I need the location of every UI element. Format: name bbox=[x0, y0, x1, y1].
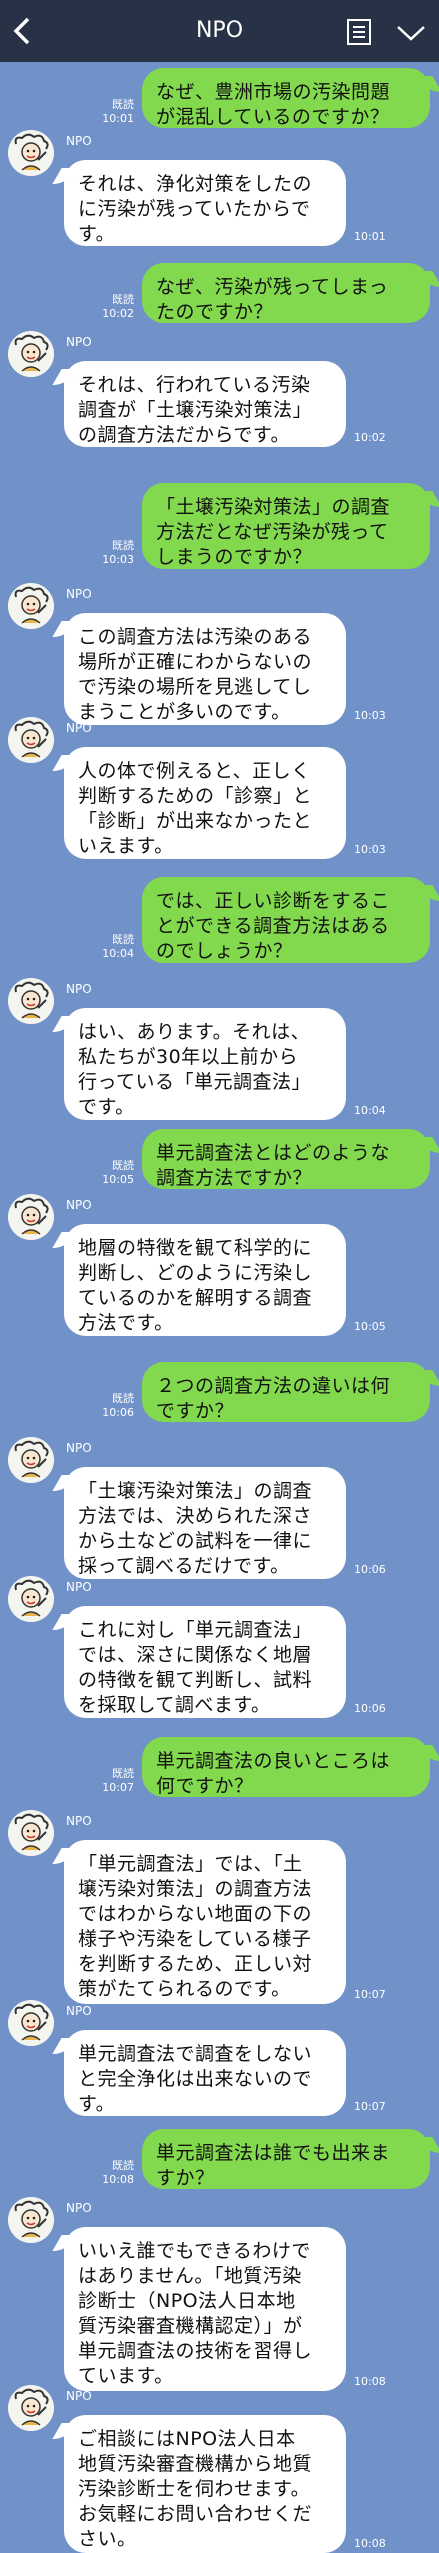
avatar[interactable] bbox=[8, 2385, 54, 2431]
message-bubble[interactable]: 人の体で例えると、正しく 判断するための「診察」と 「診断」が出来なかったと い… bbox=[64, 747, 346, 859]
npo-avatar-icon bbox=[8, 978, 54, 1024]
message-bubble[interactable]: 「土壌汚染対策法」の調査 方法だとなぜ汚染が残って しまうのですか？ bbox=[142, 483, 430, 569]
sender-name: NPO bbox=[66, 721, 92, 735]
message-bubble[interactable]: 単元調査法の良いところは 何ですか？ bbox=[142, 1737, 430, 1797]
message-bubble[interactable]: 「単元調査法」では、「土 壌汚染対策法」の調査方法 ではわからない地面の下の 様… bbox=[64, 1840, 346, 2004]
message-meta: 既読 10:05 bbox=[96, 1159, 134, 1187]
sender-name: NPO bbox=[66, 2004, 92, 2018]
message-time: 10:07 bbox=[354, 2100, 386, 2113]
message-time: 10:05 bbox=[102, 1173, 134, 1186]
message-time: 10:07 bbox=[102, 1781, 134, 1794]
npo-avatar-icon bbox=[8, 2000, 54, 2046]
message-bubble[interactable]: いいえ誰でもできるわけで はありません。「地質汚染 診断士（NPO法人日本地 質… bbox=[64, 2227, 346, 2391]
npo-avatar-icon bbox=[8, 717, 54, 763]
avatar[interactable] bbox=[8, 2000, 54, 2046]
message-bubble[interactable]: 「土壌汚染対策法」の調査 方法では、決められた深さ から土などの試料を一律に 採… bbox=[64, 1467, 346, 1579]
message-bubble[interactable]: それは、浄化対策をしたの に汚染が残っていたからで す。 bbox=[64, 160, 346, 246]
message-meta: 既読 10:04 bbox=[96, 933, 134, 961]
npo-avatar-icon bbox=[8, 1576, 54, 1622]
message-meta: 既読 10:06 bbox=[96, 1392, 134, 1420]
menu-toggle-button[interactable] bbox=[396, 24, 426, 42]
sender-name: NPO bbox=[66, 1198, 92, 1212]
chat-title: NPO bbox=[195, 18, 244, 43]
message-meta: 既読 10:01 bbox=[96, 98, 134, 126]
message-time: 10:03 bbox=[102, 553, 134, 566]
message-time: 10:08 bbox=[354, 2537, 386, 2550]
message-bubble[interactable]: これに対し「単元調査法」 では、深さに関係なく地層 の特徴を観て判断し、試料 を… bbox=[64, 1606, 346, 1718]
sender-name: NPO bbox=[66, 2389, 92, 2403]
message-meta: 既読 10:03 bbox=[96, 539, 134, 567]
read-receipt: 既読 bbox=[112, 539, 134, 552]
message-bubble[interactable]: 単元調査法で調査をしない と完全浄化は出来ないので す。 bbox=[64, 2030, 346, 2116]
avatar[interactable] bbox=[8, 331, 54, 377]
message-bubble[interactable]: ２つの調査方法の違いは何 ですか？ bbox=[142, 1362, 430, 1422]
message-meta: 既読 10:08 bbox=[96, 2159, 134, 2187]
message-time: 10:03 bbox=[354, 709, 386, 722]
sender-name: NPO bbox=[66, 982, 92, 996]
message-time: 10:04 bbox=[102, 947, 134, 960]
sender-name: NPO bbox=[66, 587, 92, 601]
npo-avatar-icon bbox=[8, 2385, 54, 2431]
sender-name: NPO bbox=[66, 134, 92, 148]
message-time: 10:06 bbox=[102, 1406, 134, 1419]
sender-name: NPO bbox=[66, 1814, 92, 1828]
message-time: 10:04 bbox=[354, 1104, 386, 1117]
message-bubble[interactable]: なぜ、汚染が残ってしまっ たのですか？ bbox=[142, 263, 430, 323]
read-receipt: 既読 bbox=[112, 293, 134, 306]
message-time: 10:03 bbox=[354, 843, 386, 856]
message-bubble[interactable]: なぜ、豊洲市場の汚染問題 が混乱しているのですか？ bbox=[142, 68, 430, 128]
message-time: 10:01 bbox=[354, 230, 386, 243]
message-time: 10:07 bbox=[354, 1988, 386, 2001]
avatar[interactable] bbox=[8, 583, 54, 629]
message-bubble[interactable]: この調査方法は汚染のある 場所が正確にわからないの で汚染の場所を見逃してし ま… bbox=[64, 613, 346, 725]
read-receipt: 既読 bbox=[112, 1159, 134, 1172]
avatar[interactable] bbox=[8, 130, 54, 176]
message-meta: 既読 10:07 bbox=[96, 1767, 134, 1795]
sender-name: NPO bbox=[66, 2201, 92, 2215]
avatar[interactable] bbox=[8, 1194, 54, 1240]
avatar[interactable] bbox=[8, 717, 54, 763]
notes-icon bbox=[347, 19, 371, 45]
message-time: 10:02 bbox=[354, 431, 386, 444]
sender-name: NPO bbox=[66, 335, 92, 349]
read-receipt: 既読 bbox=[112, 933, 134, 946]
message-time: 10:08 bbox=[354, 2375, 386, 2388]
message-bubble[interactable]: では、正しい診断をするこ とができる調査方法はある のでしょうか？ bbox=[142, 877, 430, 963]
npo-avatar-icon bbox=[8, 2197, 54, 2243]
npo-avatar-icon bbox=[8, 1810, 54, 1856]
message-time: 10:06 bbox=[354, 1702, 386, 1715]
sender-name: NPO bbox=[66, 1441, 92, 1455]
read-receipt: 既読 bbox=[112, 98, 134, 111]
npo-avatar-icon bbox=[8, 1194, 54, 1240]
message-time: 10:01 bbox=[102, 112, 134, 125]
npo-avatar-icon bbox=[8, 331, 54, 377]
avatar[interactable] bbox=[8, 1810, 54, 1856]
notes-button[interactable] bbox=[346, 18, 372, 46]
message-time: 10:05 bbox=[354, 1320, 386, 1333]
header-bar: NPO bbox=[0, 0, 439, 62]
message-bubble[interactable]: ご相談にはNPO法人日本 地質汚染審査機構から地質 汚染診断士を伺わせます。 お… bbox=[64, 2415, 346, 2553]
sender-name: NPO bbox=[66, 1580, 92, 1594]
message-bubble[interactable]: 地層の特徴を観て科学的に 判断し、どのように汚染し ているのかを解明する調査 方… bbox=[64, 1224, 346, 1336]
npo-avatar-icon bbox=[8, 1437, 54, 1483]
message-bubble[interactable]: 単元調査法は誰でも出来ま すか？ bbox=[142, 2129, 430, 2189]
chevron-down-icon bbox=[397, 26, 425, 41]
read-receipt: 既読 bbox=[112, 1392, 134, 1405]
message-time: 10:06 bbox=[354, 1563, 386, 1576]
avatar[interactable] bbox=[8, 1576, 54, 1622]
message-meta: 既読 10:02 bbox=[96, 293, 134, 321]
read-receipt: 既読 bbox=[112, 2159, 134, 2172]
message-bubble[interactable]: はい、あります。それは、 私たちが30年以上前から 行っている「単元調査法」 で… bbox=[64, 1008, 346, 1120]
message-bubble[interactable]: 単元調査法とはどのような 調査方法ですか？ bbox=[142, 1129, 430, 1189]
message-time: 10:08 bbox=[102, 2173, 134, 2186]
avatar[interactable] bbox=[8, 1437, 54, 1483]
message-bubble[interactable]: それは、行われている汚染 調査が「土壌汚染対策法」 の調査方法だからです。 bbox=[64, 361, 346, 447]
npo-avatar-icon bbox=[8, 583, 54, 629]
read-receipt: 既読 bbox=[112, 1767, 134, 1780]
npo-avatar-icon bbox=[8, 130, 54, 176]
message-time: 10:02 bbox=[102, 307, 134, 320]
avatar[interactable] bbox=[8, 2197, 54, 2243]
avatar[interactable] bbox=[8, 978, 54, 1024]
